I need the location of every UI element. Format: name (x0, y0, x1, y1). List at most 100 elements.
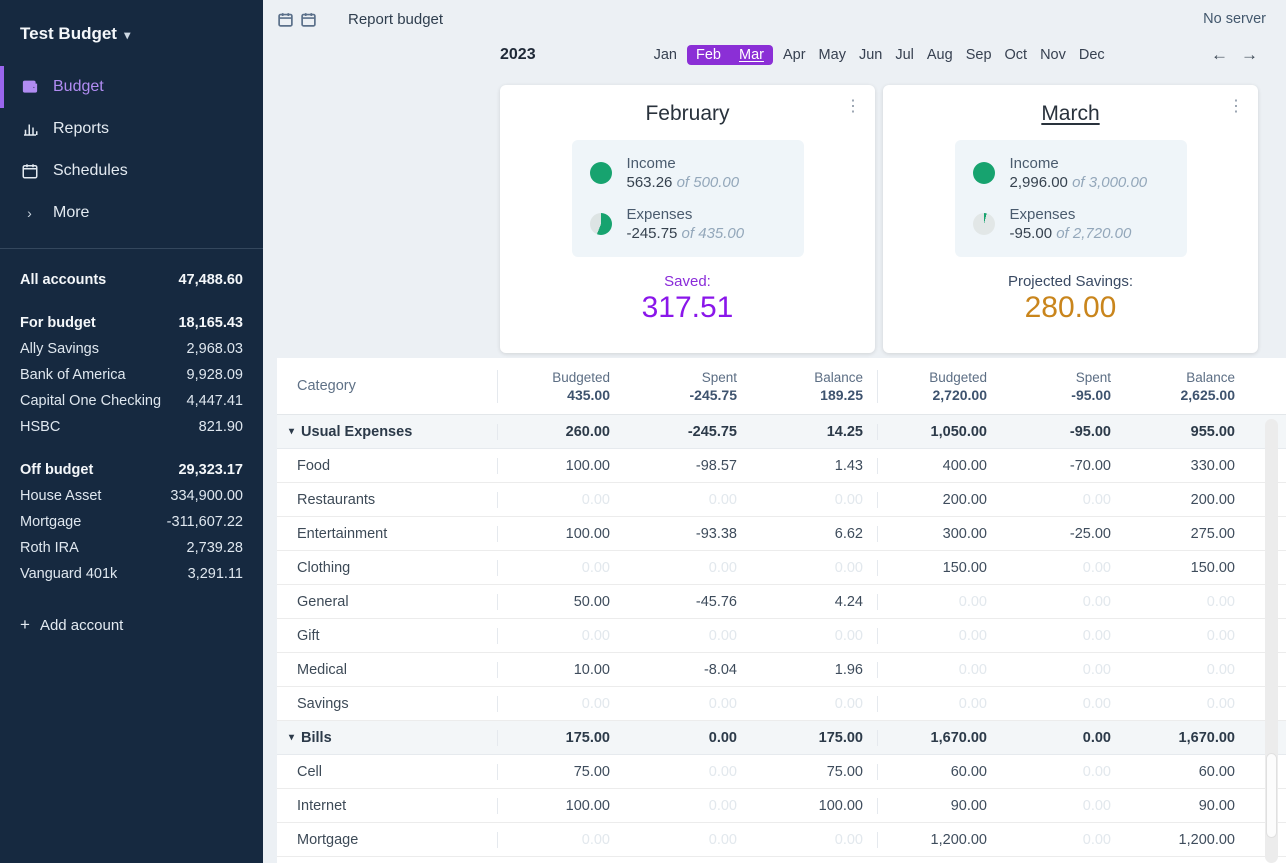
month-aug[interactable]: Aug (927, 47, 953, 63)
category-name[interactable]: Restaurants (277, 492, 497, 508)
budgeted-cell[interactable]: 400.00 (877, 458, 1001, 474)
month-dec[interactable]: Dec (1079, 47, 1105, 63)
budgeted-cell[interactable]: 100.00 (497, 458, 624, 474)
all-accounts-row[interactable]: All accounts 47,488.60 (20, 267, 243, 293)
category-row-clothing[interactable]: Clothing 0.00 0.00 0.00 150.00 0.00 150.… (277, 551, 1286, 585)
budgeted-cell[interactable]: 1,050.00 (877, 424, 1001, 440)
month-jul[interactable]: Jul (895, 47, 914, 63)
category-row-gift[interactable]: Gift 0.00 0.00 0.00 0.00 0.00 0.00 (277, 619, 1286, 653)
balance-cell[interactable]: 0.00 (751, 696, 877, 712)
spent-cell[interactable]: 0.00 (1001, 798, 1125, 814)
february-card-title[interactable]: February (500, 102, 875, 126)
category-row-internet[interactable]: Internet 100.00 0.00 100.00 90.00 0.00 9… (277, 789, 1286, 823)
group-row-usual-expenses[interactable]: ▾Usual Expenses 260.00 -245.75 14.25 1,0… (277, 415, 1286, 449)
budgeted-cell[interactable]: 60.00 (877, 764, 1001, 780)
balance-cell[interactable]: 175.00 (751, 730, 877, 746)
spent-cell[interactable]: 0.00 (624, 832, 751, 848)
category-name[interactable]: Gift (277, 628, 497, 644)
spent-cell[interactable]: -95.00 (1001, 424, 1125, 440)
prev-month-arrow-icon[interactable]: ← (1211, 45, 1228, 65)
march-card-title[interactable]: March (883, 102, 1258, 126)
account-row-roth-ira[interactable]: Roth IRA 2,739.28 (20, 535, 243, 561)
budgeted-cell[interactable]: 175.00 (497, 730, 624, 746)
spent-cell[interactable]: 0.00 (624, 628, 751, 644)
account-row-vanguard-401k[interactable]: Vanguard 401k 3,291.11 (20, 561, 243, 587)
add-account-button[interactable]: + Add account (20, 615, 243, 635)
category-row-savings[interactable]: Savings 0.00 0.00 0.00 0.00 0.00 0.00 (277, 687, 1286, 721)
mar-balance-total[interactable]: 2,625.00 (1125, 387, 1235, 403)
sidebar-item-schedules[interactable]: Schedules (0, 150, 263, 192)
balance-cell[interactable]: 0.00 (751, 832, 877, 848)
feb-spent-total[interactable]: -245.75 (624, 387, 737, 403)
mar-budgeted-total[interactable]: 2,720.00 (878, 387, 987, 403)
category-name[interactable]: Savings (277, 696, 497, 712)
spent-cell[interactable]: 0.00 (1001, 730, 1125, 746)
budgeted-cell[interactable]: 0.00 (877, 696, 1001, 712)
budgeted-cell[interactable]: 0.00 (497, 696, 624, 712)
spent-cell[interactable]: 0.00 (624, 492, 751, 508)
budgeted-cell[interactable]: 90.00 (877, 798, 1001, 814)
spent-cell[interactable]: -25.00 (1001, 526, 1125, 542)
vertical-scrollbar[interactable] (1265, 419, 1278, 863)
budgeted-cell[interactable]: 50.00 (497, 594, 624, 610)
spent-cell[interactable]: 0.00 (1001, 560, 1125, 576)
kebab-menu-icon[interactable]: ⋮ (1228, 99, 1244, 115)
spent-cell[interactable]: -45.76 (624, 594, 751, 610)
budgeted-cell[interactable]: 75.00 (497, 764, 624, 780)
category-name[interactable]: Cell (277, 764, 497, 780)
budgeted-cell[interactable]: 0.00 (877, 594, 1001, 610)
group-name[interactable]: Usual Expenses (301, 424, 412, 440)
sidebar-item-budget[interactable]: Budget (0, 66, 263, 108)
next-month-arrow-icon[interactable]: → (1241, 45, 1258, 65)
group-name[interactable]: Bills (301, 730, 332, 746)
budgeted-cell[interactable]: 100.00 (497, 798, 624, 814)
for-budget-row[interactable]: For budget 18,165.43 (20, 310, 243, 336)
spent-cell[interactable]: 0.00 (1001, 628, 1125, 644)
month-oct[interactable]: Oct (1005, 47, 1028, 63)
sidebar-item-more[interactable]: › More (0, 192, 263, 234)
budgeted-cell[interactable]: 300.00 (877, 526, 1001, 542)
budgeted-cell[interactable]: 0.00 (497, 832, 624, 848)
spent-cell[interactable]: 0.00 (624, 560, 751, 576)
balance-cell[interactable]: 1.43 (751, 458, 877, 474)
sidebar-item-reports[interactable]: Reports (0, 108, 263, 150)
collapse-group-icon[interactable]: ▾ (289, 732, 294, 743)
budgeted-cell[interactable]: 0.00 (497, 628, 624, 644)
category-name[interactable]: Clothing (277, 560, 497, 576)
balance-cell[interactable]: 0.00 (751, 492, 877, 508)
spent-cell[interactable]: -8.04 (624, 662, 751, 678)
balance-cell[interactable]: 0.00 (751, 560, 877, 576)
budgeted-cell[interactable]: 100.00 (497, 526, 624, 542)
account-row-bank-of-america[interactable]: Bank of America 9,928.09 (20, 362, 243, 388)
month-jun[interactable]: Jun (859, 47, 882, 63)
account-row-mortgage[interactable]: Mortgage -311,607.22 (20, 509, 243, 535)
category-row-restaurants[interactable]: Restaurants 0.00 0.00 0.00 200.00 0.00 2… (277, 483, 1286, 517)
spent-cell[interactable]: -245.75 (624, 424, 751, 440)
balance-cell[interactable]: 0.00 (1125, 696, 1249, 712)
balance-cell[interactable]: 1,670.00 (1125, 730, 1249, 746)
spent-cell[interactable]: 0.00 (1001, 764, 1125, 780)
budgeted-cell[interactable]: 200.00 (877, 492, 1001, 508)
month-jan[interactable]: Jan (654, 47, 677, 63)
report-budget-button[interactable]: Report budget (348, 11, 443, 28)
budgeted-cell[interactable]: 260.00 (497, 424, 624, 440)
balance-cell[interactable]: 90.00 (1125, 798, 1249, 814)
balance-cell[interactable]: 0.00 (1125, 594, 1249, 610)
budgeted-cell[interactable]: 150.00 (877, 560, 1001, 576)
calendar-multi-view-icon[interactable] (300, 11, 317, 28)
category-name[interactable]: Mortgage (277, 832, 497, 848)
category-name[interactable]: Food (277, 458, 497, 474)
category-name[interactable]: Entertainment (277, 526, 497, 542)
balance-cell[interactable]: 4.24 (751, 594, 877, 610)
balance-cell[interactable]: 275.00 (1125, 526, 1249, 542)
balance-cell[interactable]: 0.00 (1125, 628, 1249, 644)
spent-cell[interactable]: 0.00 (1001, 594, 1125, 610)
category-row-entertainment[interactable]: Entertainment 100.00 -93.38 6.62 300.00 … (277, 517, 1286, 551)
spent-cell[interactable]: 0.00 (624, 798, 751, 814)
budgeted-cell[interactable]: 0.00 (877, 662, 1001, 678)
spent-cell[interactable]: 0.00 (624, 764, 751, 780)
month-may[interactable]: May (819, 47, 846, 63)
calendar-single-view-icon[interactable] (277, 11, 294, 28)
scrollbar-thumb[interactable] (1266, 753, 1277, 838)
account-row-hsbc[interactable]: HSBC 821.90 (20, 414, 243, 440)
